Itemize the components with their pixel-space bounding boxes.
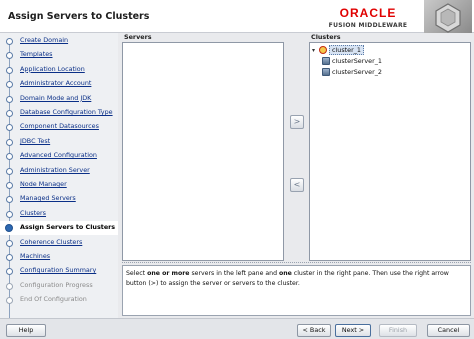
step-marker-icon [6, 239, 13, 247]
step-marker-icon [6, 153, 13, 161]
tree-node-server[interactable]: clusterServer_2 [322, 67, 382, 77]
step-marker-icon [6, 254, 13, 261]
nav-item-label: Managed Servers [20, 194, 76, 203]
nav-item-advanced-configuration[interactable]: Advanced Configuration [0, 149, 118, 163]
server-label: clusterServer_1 [332, 57, 382, 65]
main-content: Servers > < Clusters ▾ cluster_1 cluster… [119, 33, 474, 318]
step-marker-icon [6, 110, 13, 117]
nav-item-label: Assign Servers to Clusters [20, 223, 116, 232]
nav-item-assign-servers-to-clusters: Assign Servers to Clusters [0, 221, 118, 236]
tree-node-cluster[interactable]: ▾ cluster_1 [312, 45, 364, 55]
nav-item-label: Node Manager [20, 180, 67, 188]
instructions-text: servers in the left pane and [189, 270, 279, 277]
server-icon [322, 57, 330, 65]
nav-item-end-of-configuration: End Of Configuration [0, 293, 118, 307]
clusters-tree[interactable]: ▾ cluster_1 clusterServer_1 clusterServe… [309, 42, 471, 261]
brand-logo: ORACLE FUSION MIDDLEWARE [318, 6, 418, 29]
nav-item-configuration-progress: Configuration Progress [0, 279, 118, 293]
page-title: Assign Servers to Clusters [8, 11, 150, 22]
nav-item-label: Configuration Summary [20, 266, 97, 275]
next-button[interactable]: Next > [335, 324, 371, 337]
nav-item-managed-servers[interactable]: Managed Servers [0, 192, 118, 206]
nav-item-application-location[interactable]: Application Location [0, 63, 118, 77]
step-marker-icon [6, 282, 13, 290]
chevron-right-icon: > [293, 117, 301, 126]
instructions-emphasis: one or more [147, 270, 190, 277]
step-marker-icon [6, 38, 13, 45]
nav-item-label: JDBC Test [20, 136, 51, 145]
nav-item-label: Application Location [20, 64, 85, 73]
step-marker-icon [6, 167, 13, 175]
nav-item-coherence-clusters[interactable]: Coherence Clusters [0, 236, 118, 250]
instructions-panel: Select one or more servers in the left p… [122, 265, 471, 316]
nav-item-label: Component Datasources [20, 122, 99, 131]
collapse-icon[interactable]: ▾ [312, 47, 319, 54]
step-marker-icon [6, 95, 13, 103]
nav-item-label: Templates [20, 50, 53, 59]
step-marker-icon [6, 268, 13, 276]
nav-item-administrator-account[interactable]: Administrator Account [0, 77, 118, 91]
emblem-graphic [424, 0, 472, 33]
step-marker-icon [6, 66, 13, 74]
nav-item-configuration-summary[interactable]: Configuration Summary [0, 264, 118, 278]
header-bar: Assign Servers to Clusters ORACLE FUSION… [0, 0, 474, 33]
servers-list[interactable] [122, 42, 284, 261]
step-marker-icon [6, 52, 13, 60]
back-button[interactable]: < Back [297, 324, 331, 337]
servers-header: Servers [124, 33, 152, 41]
step-marker-icon [6, 210, 13, 218]
nav-item-templates[interactable]: Templates [0, 48, 118, 62]
nav-item-administration-server[interactable]: Administration Server [0, 164, 118, 178]
nav-item-clusters[interactable]: Clusters [0, 207, 118, 221]
roadmap-nav: Create Domain Templates Application Locati… [0, 33, 118, 319]
splitter-handle[interactable] [122, 262, 471, 264]
nav-item-node-manager[interactable]: Node Manager [0, 178, 118, 192]
server-icon [322, 68, 330, 76]
nav-item-label: Machines [20, 252, 51, 260]
step-marker-icon [6, 81, 13, 89]
cancel-button[interactable]: Cancel [427, 324, 470, 337]
nav-item-label: Advanced Configuration [20, 151, 97, 160]
nav-item-create-domain[interactable]: Create Domain [0, 34, 118, 48]
oracle-logo: ORACLE [339, 6, 397, 20]
nav-item-label: Create Domain [20, 36, 69, 44]
nav-item-label: Administration Server [20, 165, 90, 174]
nav-item-domain-mode-and-jdk[interactable]: Domain Mode and JDK [0, 92, 118, 106]
cluster-label: cluster_1 [329, 45, 364, 55]
nav-item-label: End Of Configuration [20, 295, 87, 304]
brand-product: FUSION MIDDLEWARE [328, 22, 408, 29]
chevron-left-icon: < [293, 180, 301, 189]
clusters-header: Clusters [311, 33, 341, 41]
tree-node-server[interactable]: clusterServer_1 [322, 56, 382, 66]
nav-item-jdbc-test[interactable]: JDBC Test [0, 135, 118, 149]
step-marker-icon [6, 196, 13, 204]
cluster-icon [319, 46, 327, 54]
nav-item-label: Clusters [20, 208, 47, 217]
nav-item-database-configuration-type[interactable]: Database Configuration Type [0, 106, 118, 120]
nav-item-label: Configuration Progress [20, 280, 93, 289]
assign-arrow-button[interactable]: > [290, 115, 304, 129]
nav-item-label: Coherence Clusters [20, 237, 83, 246]
nav-item-label: Domain Mode and JDK [20, 93, 92, 102]
step-marker-icon [6, 297, 13, 305]
step-marker-icon [6, 182, 13, 189]
footer-bar: Help < Back Next > Finish Cancel [0, 318, 474, 339]
finish-button[interactable]: Finish [379, 324, 417, 337]
instructions-text: Select [126, 270, 148, 277]
instructions-emphasis: one [278, 270, 292, 277]
nav-item-machines[interactable]: Machines [0, 250, 118, 264]
step-marker-icon [6, 138, 13, 146]
help-button[interactable]: Help [6, 324, 46, 337]
nav-item-label: Administrator Account [20, 79, 92, 88]
unassign-arrow-button[interactable]: < [290, 178, 304, 192]
server-label: clusterServer_2 [332, 68, 382, 76]
step-marker-icon [5, 224, 13, 233]
nav-item-label: Database Configuration Type [20, 108, 113, 116]
nav-item-component-datasources[interactable]: Component Datasources [0, 120, 118, 134]
step-marker-icon [6, 124, 13, 132]
